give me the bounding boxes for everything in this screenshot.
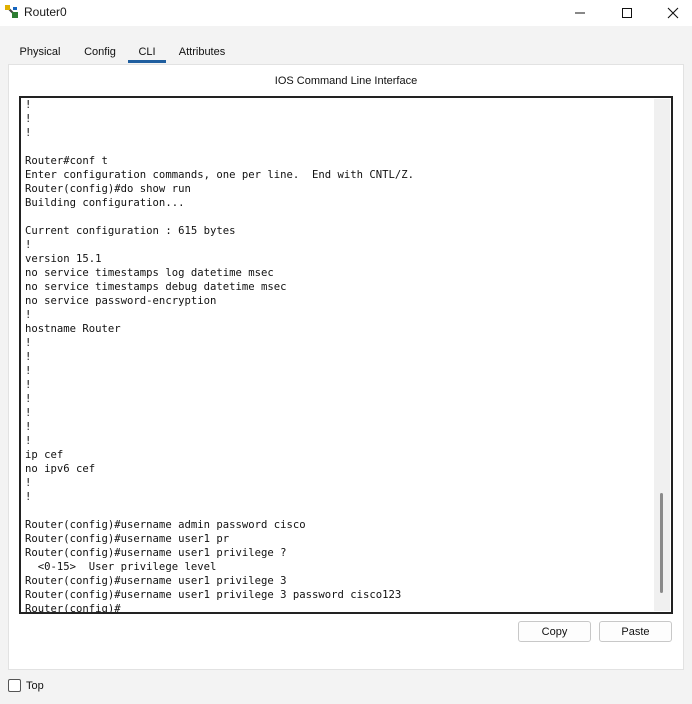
terminal-line: ! bbox=[25, 379, 32, 391]
router-app-icon bbox=[5, 5, 18, 18]
terminal-line: Router(config)#username user1 privilege … bbox=[25, 589, 402, 601]
tab-label: Physical bbox=[19, 46, 61, 58]
terminal-line: Current configuration : 615 bytes bbox=[25, 225, 236, 237]
terminal-line: no service password-encryption bbox=[25, 295, 217, 307]
terminal-line: ! bbox=[25, 351, 32, 363]
terminal-line: version 15.1 bbox=[25, 253, 102, 265]
copy-button[interactable]: Copy bbox=[518, 621, 591, 642]
terminal-line: ! bbox=[25, 239, 32, 251]
terminal-line: ! bbox=[25, 365, 32, 377]
tab-label: CLI bbox=[138, 46, 156, 58]
terminal-line: ! bbox=[25, 127, 32, 139]
terminal-line: ! bbox=[25, 491, 32, 503]
terminal-line: Enter configuration commands, one per li… bbox=[25, 169, 415, 181]
terminal-line: no service timestamps debug datetime mse… bbox=[25, 281, 287, 293]
copy-button-label: Copy bbox=[541, 625, 568, 638]
terminal-line: ip cef bbox=[25, 449, 64, 461]
terminal-line: Router(config)# bbox=[25, 603, 121, 614]
minimize-button[interactable] bbox=[557, 0, 603, 26]
terminal-line: ! bbox=[25, 435, 32, 447]
terminal-output: !!! Router#conf t Enter configuration com… bbox=[25, 98, 655, 614]
minimize-icon bbox=[575, 12, 585, 14]
terminal-line: ! bbox=[25, 113, 32, 125]
terminal-line: hostname Router bbox=[25, 323, 121, 335]
terminal-line: ! bbox=[25, 393, 32, 405]
terminal-line: ! bbox=[25, 337, 32, 349]
tab-label: Config bbox=[84, 46, 116, 58]
tab-physical[interactable]: Physical bbox=[14, 40, 66, 64]
paste-button[interactable]: Paste bbox=[599, 621, 672, 642]
window-title: Router0 bbox=[24, 5, 67, 19]
scrollbar-thumb[interactable] bbox=[660, 493, 663, 593]
router-window: Router0 Physical Config CLI Attributes I… bbox=[0, 0, 692, 704]
maximize-icon bbox=[622, 8, 632, 18]
active-tab-indicator bbox=[128, 60, 166, 63]
terminal-scrollbar[interactable] bbox=[654, 99, 670, 611]
terminal-line: Router(config)#username user1 pr bbox=[25, 533, 230, 545]
terminal-line: ! bbox=[25, 477, 32, 489]
terminal-line: Building configuration... bbox=[25, 197, 185, 209]
terminal-line: Router(config)#do show run bbox=[25, 183, 191, 195]
top-checkbox[interactable] bbox=[8, 679, 21, 692]
paste-button-label: Paste bbox=[621, 625, 650, 638]
close-icon bbox=[667, 7, 679, 19]
terminal-line: ! bbox=[25, 407, 32, 419]
terminal-line: Router#conf t bbox=[25, 155, 108, 167]
maximize-button[interactable] bbox=[604, 0, 650, 26]
terminal-line: ! bbox=[25, 421, 32, 433]
terminal-line: Router(config)#username admin password c… bbox=[25, 519, 306, 531]
terminal-line: no service timestamps log datetime msec bbox=[25, 267, 274, 279]
terminal-line: no ipv6 cef bbox=[25, 463, 96, 475]
terminal-line: <0-15> User privilege level bbox=[25, 561, 217, 573]
terminal-line: ! bbox=[25, 99, 32, 111]
cli-terminal[interactable]: !!! Router#conf t Enter configuration com… bbox=[19, 96, 673, 614]
tab-attributes[interactable]: Attributes bbox=[172, 40, 232, 64]
close-button[interactable] bbox=[650, 0, 692, 26]
tab-label: Attributes bbox=[178, 46, 226, 58]
top-checkbox-label: Top bbox=[26, 680, 44, 692]
terminal-line: Router(config)#username user1 privilege … bbox=[25, 547, 287, 559]
tab-config[interactable]: Config bbox=[78, 40, 122, 64]
panel-heading: IOS Command Line Interface bbox=[274, 75, 418, 87]
terminal-line: Router(config)#username user1 privilege … bbox=[25, 575, 287, 587]
title-bar: Router0 bbox=[0, 0, 692, 26]
terminal-line: ! bbox=[25, 309, 32, 321]
tab-strip: Physical Config CLI Attributes bbox=[8, 40, 684, 64]
